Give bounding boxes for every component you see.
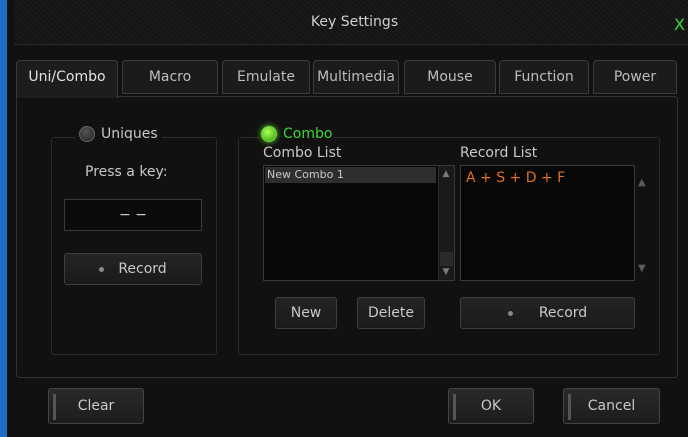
button-grip [568, 394, 571, 420]
tab-function[interactable]: Function [499, 60, 589, 94]
tab-uni-combo[interactable]: Uni/Combo [16, 60, 118, 98]
ok-label: OK [480, 398, 502, 414]
button-grip [53, 394, 56, 420]
uniques-label: Uniques [101, 126, 158, 142]
tab-emulate[interactable]: Emulate [222, 60, 310, 94]
scroll-up-arrow-icon[interactable]: ▲ [441, 170, 451, 179]
uniques-radio[interactable]: Uniques [75, 126, 162, 142]
delete-combo-button[interactable]: Delete [357, 297, 425, 329]
record-dot-icon [507, 310, 513, 316]
title-bar: Key Settings X [14, 0, 688, 45]
tab-multimedia[interactable]: Multimedia [313, 60, 399, 94]
uniques-record-label: Record [118, 261, 167, 277]
record-scroll-down-icon[interactable]: ▼ [638, 263, 646, 274]
combo-radio-icon[interactable] [261, 126, 277, 142]
new-combo-button[interactable]: New [275, 297, 337, 329]
uniques-radio-icon[interactable] [79, 126, 95, 142]
uni-combo-panel: Uniques Press a key: − − Record Combo Co… [16, 96, 678, 378]
combo-label: Combo [283, 126, 333, 142]
record-list-item[interactable]: A + S + D + F [466, 170, 565, 186]
record-list-label: Record List [460, 145, 538, 161]
scroll-down-arrow-icon[interactable]: ▼ [441, 268, 451, 277]
scroll-thumb[interactable] [440, 252, 453, 266]
combo-record-button[interactable]: Record [460, 297, 635, 329]
window-title: Key Settings [310, 14, 399, 30]
tab-bar: Uni/Combo Macro Emulate Multimedia Mouse… [16, 60, 688, 98]
combo-radio[interactable]: Combo [259, 126, 335, 142]
clear-label: Clear [77, 398, 115, 414]
combo-list-scrollbar[interactable]: ▲ ▼ [438, 166, 454, 280]
combo-record-label: Record [538, 305, 588, 321]
record-scroll-up-icon[interactable]: ▲ [638, 177, 646, 188]
record-list[interactable]: A + S + D + F [460, 165, 635, 281]
combo-list[interactable]: New Combo 1 ▲ ▼ [263, 165, 455, 281]
uniques-record-button[interactable]: Record [64, 253, 202, 285]
tab-power[interactable]: Power [593, 60, 677, 94]
cancel-label: Cancel [587, 398, 636, 414]
tab-macro[interactable]: Macro [122, 60, 218, 94]
clear-button[interactable]: Clear [48, 388, 144, 424]
record-dot-icon [99, 266, 105, 272]
button-grip [453, 394, 456, 420]
ok-button[interactable]: OK [448, 388, 534, 424]
cancel-button[interactable]: Cancel [563, 388, 660, 424]
tab-mouse[interactable]: Mouse [404, 60, 496, 94]
close-icon[interactable]: X [674, 0, 685, 50]
press-key-label: Press a key: [85, 164, 168, 180]
combo-list-label: Combo List [263, 145, 342, 161]
combo-list-item[interactable]: New Combo 1 [265, 167, 436, 183]
key-capture-field[interactable]: − − [64, 199, 202, 231]
